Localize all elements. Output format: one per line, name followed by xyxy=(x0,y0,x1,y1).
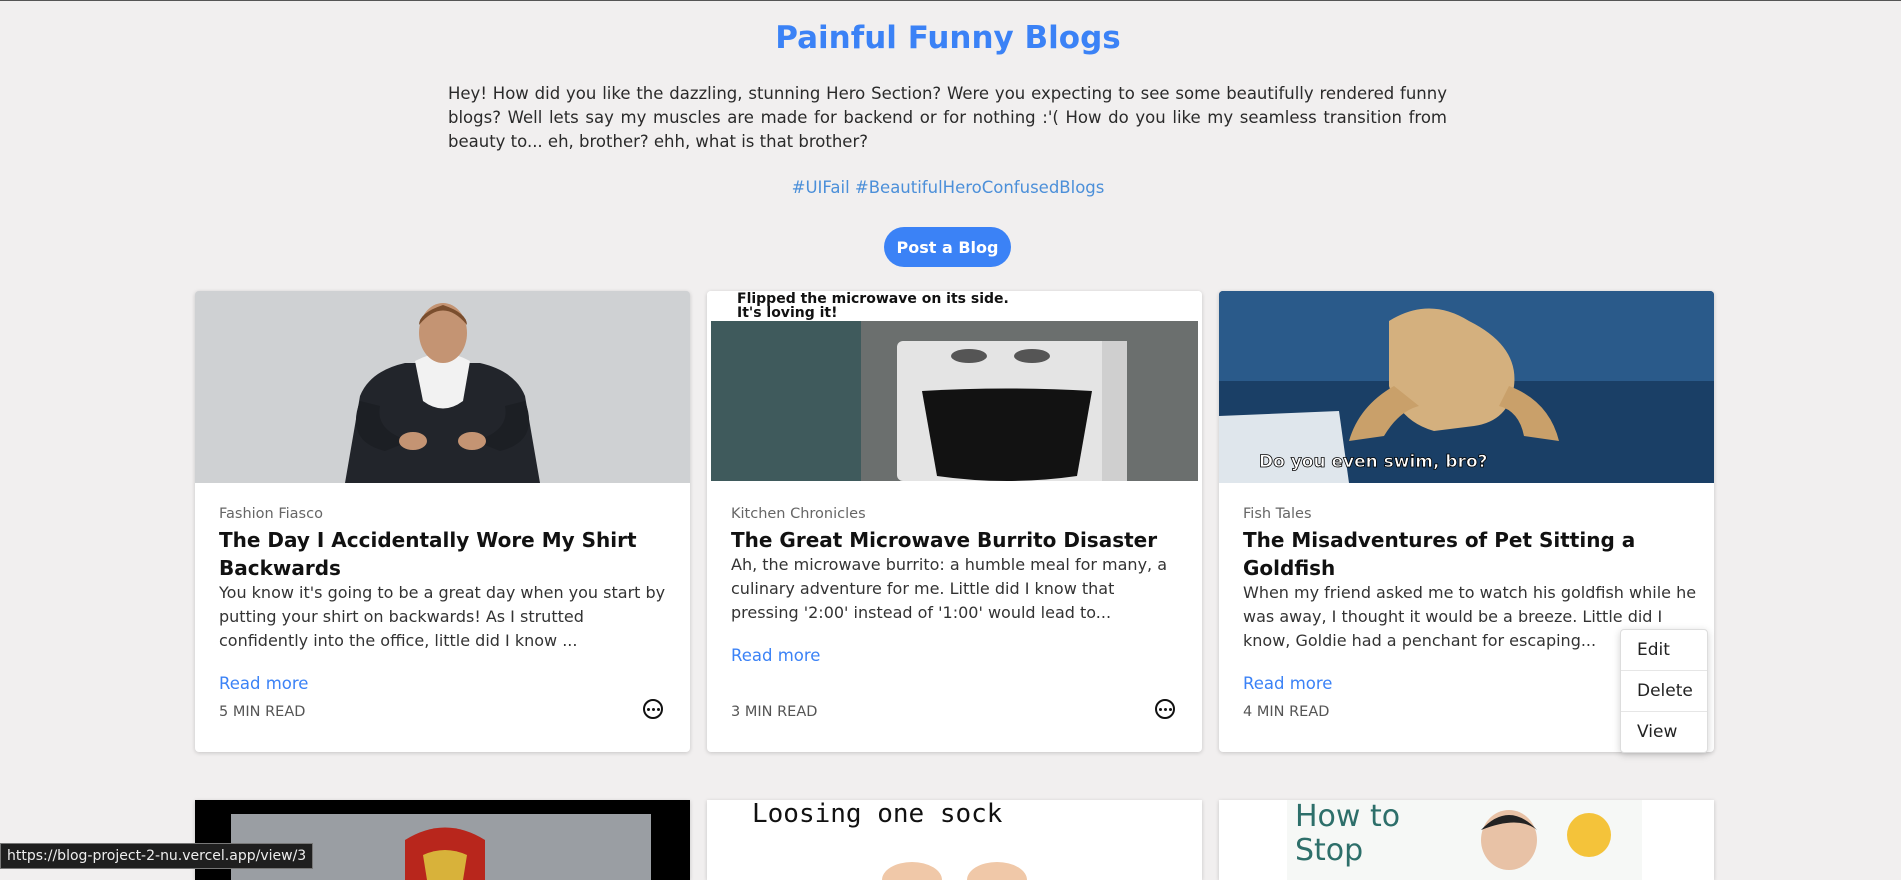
goldfish-caption: Do you even swim, bro? xyxy=(1259,452,1488,472)
more-options-icon[interactable] xyxy=(1155,699,1175,719)
blog-excerpt: Ah, the microwave burrito: a humble meal… xyxy=(731,555,1168,622)
status-bar-url: https://blog-project-2-nu.vercel.app/vie… xyxy=(0,843,314,869)
more-options-icon[interactable] xyxy=(643,699,663,719)
man-in-suit-image xyxy=(195,291,690,483)
blog-card-partial[interactable]: Loosing one sock xyxy=(707,800,1202,880)
top-border xyxy=(0,0,1901,1)
swimming-creature-image: Do you even swim, bro? xyxy=(1219,291,1714,483)
how-to-caption-2: Stop xyxy=(1295,833,1363,868)
how-to-stop-image: How to Stop xyxy=(1219,800,1714,880)
blog-excerpt: You know it's going to be a great day wh… xyxy=(219,583,666,650)
sock-caption: Loosing one sock xyxy=(752,800,1003,829)
post-blog-button[interactable]: Post a Blog xyxy=(884,227,1011,267)
blog-card-image: Do you even swim, bro? xyxy=(1219,291,1714,483)
blog-title[interactable]: The Great Microwave Burrito Disaster xyxy=(731,526,1181,554)
sock-image: Loosing one sock xyxy=(707,800,1202,880)
hashtags: #UIFail #BeautifulHeroConfusedBlogs xyxy=(791,178,1105,197)
blog-category: Fish Tales xyxy=(1243,506,1312,522)
read-more-link[interactable]: Read more xyxy=(219,674,308,693)
blog-card-image xyxy=(195,291,690,483)
menu-item-view[interactable]: View xyxy=(1621,712,1707,752)
microwave-image: Flipped the microwave on its side. It's … xyxy=(707,291,1202,483)
blog-category: Fashion Fiasco xyxy=(219,506,323,522)
blog-title[interactable]: The Day I Accidentally Wore My Shirt Bac… xyxy=(219,526,669,582)
blog-card-shirt[interactable]: Fashion Fiasco The Day I Accidentally Wo… xyxy=(195,291,690,752)
menu-item-delete[interactable]: Delete xyxy=(1621,671,1707,712)
read-time: 4 MIN READ xyxy=(1243,704,1330,720)
blog-title[interactable]: The Misadventures of Pet Sitting a Goldf… xyxy=(1243,526,1693,582)
svg-text:It's loving it!: It's loving it! xyxy=(737,305,837,321)
intro-paragraph: Hey! How did you like the dazzling, stun… xyxy=(448,84,1447,151)
how-to-caption-1: How to xyxy=(1295,800,1400,834)
blog-category: Kitchen Chronicles xyxy=(731,506,866,522)
read-more-link[interactable]: Read more xyxy=(731,646,820,665)
blog-card-partial[interactable]: How to Stop xyxy=(1219,800,1714,880)
read-time: 5 MIN READ xyxy=(219,704,306,720)
page-title: Painful Funny Blogs xyxy=(775,20,1121,56)
blog-card-microwave[interactable]: Flipped the microwave on its side. It's … xyxy=(707,291,1202,752)
read-more-link[interactable]: Read more xyxy=(1243,674,1332,693)
blog-card-image: Flipped the microwave on its side. It's … xyxy=(707,291,1202,483)
read-time: 3 MIN READ xyxy=(731,704,818,720)
menu-item-edit[interactable]: Edit xyxy=(1621,630,1707,671)
card-options-menu: Edit Delete View xyxy=(1620,629,1708,753)
